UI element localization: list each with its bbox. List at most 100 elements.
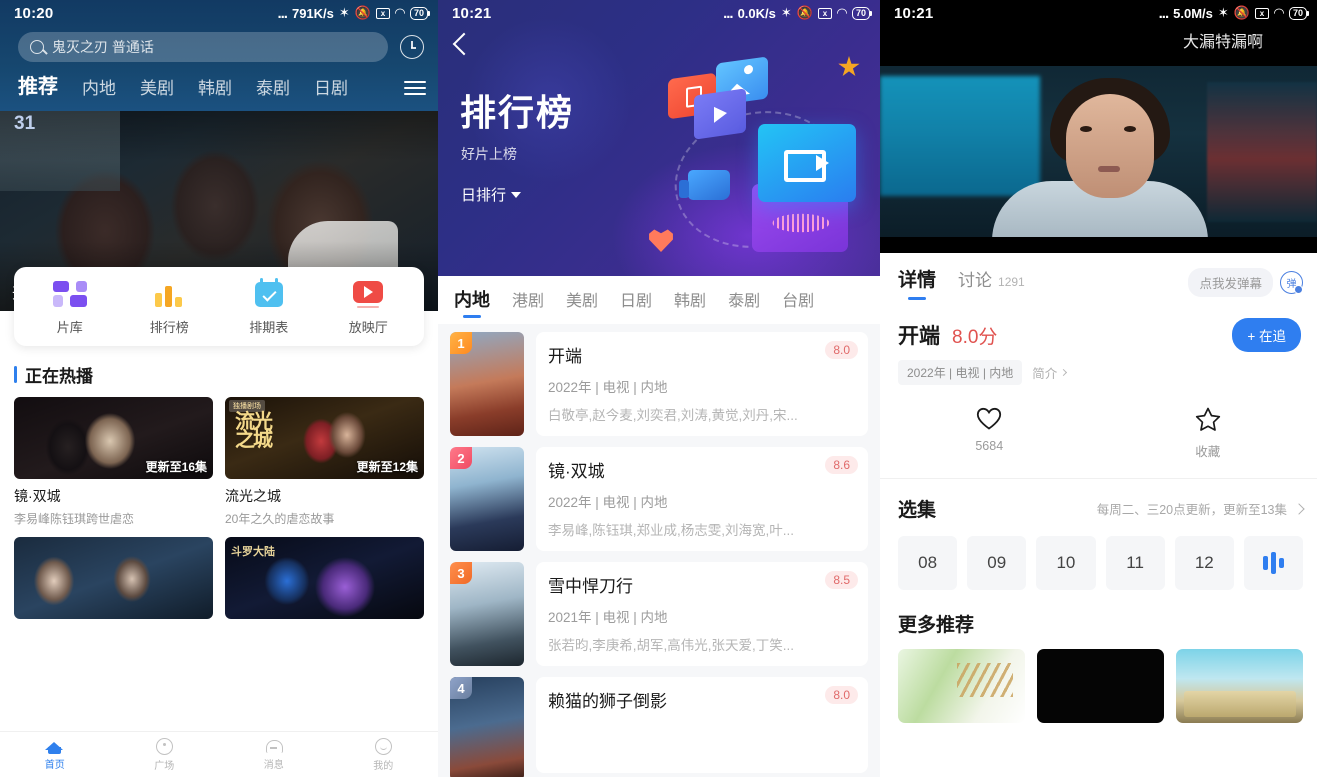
sim-x-icon: x <box>375 7 390 19</box>
nav-item-mine[interactable]: 我的 <box>329 732 439 777</box>
danmaku-toggle-icon[interactable]: 弹 <box>1280 271 1303 294</box>
home-icon <box>45 738 64 754</box>
bar-chart-icon <box>152 279 186 309</box>
letterbox-bottom <box>880 237 1317 253</box>
video-player-area[interactable]: 10:21 ... 5.0M/s ✶ 🔕 x ◠ 70 大漏特漏啊 <box>880 0 1317 253</box>
show-meta: 2021年 | 电视 | 内地 <box>548 610 668 625</box>
recommend-thumbnail[interactable] <box>1037 649 1164 723</box>
bottom-navigation: 首页 广场 消息 我的 <box>0 731 438 777</box>
episode-button[interactable]: 09 <box>967 536 1027 590</box>
play-video-icon <box>351 279 385 309</box>
episode-button[interactable]: 12 <box>1174 536 1234 590</box>
ranking-period-dropdown[interactable]: 日排行 <box>461 184 522 205</box>
list-item[interactable]: 2 镜·双城 2022年 | 电视 | 内地 李易峰,陈钰琪,郑业成,杨志雯,刘… <box>450 447 868 551</box>
danmaku-send-button[interactable]: 点我发弹幕 弹 <box>1188 268 1303 297</box>
poster-thumbnail: 1 <box>450 332 524 436</box>
episode-button[interactable]: 10 <box>1036 536 1096 590</box>
region-tabs: 内地 港剧 美剧 日剧 韩剧 泰剧 台剧 <box>438 276 880 324</box>
status-time: 10:20 <box>14 4 54 22</box>
tab-kr-drama[interactable]: 韩剧 <box>198 74 232 99</box>
episode-chart-icon[interactable] <box>1243 536 1304 590</box>
more-recommend-title: 更多推荐 <box>898 615 975 636</box>
intro-link[interactable]: 简介 <box>1032 363 1068 382</box>
detail-tabs: 详情 讨论 1291 点我发弹幕 弹 <box>880 253 1317 306</box>
section-accent-bar <box>14 366 17 383</box>
battery-icon: 70 <box>1288 6 1310 20</box>
list-item[interactable]: 1 开端 2022年 | 电视 | 内地 白敬亭,赵今麦,刘奕君,刘涛,黄觉,刘… <box>450 332 868 436</box>
follow-button[interactable]: + 在追 <box>1232 318 1301 352</box>
list-item[interactable]: 3 雪中悍刀行 2021年 | 电视 | 内地 张若昀,李庚希,胡军,高伟光,张… <box>450 562 868 666</box>
tab-us-drama[interactable]: 美剧 <box>566 287 598 317</box>
recommend-thumbnail[interactable] <box>1176 649 1303 723</box>
star-icon <box>1195 407 1221 432</box>
like-action[interactable]: 5684 <box>880 407 1099 460</box>
favorite-label: 收藏 <box>1195 445 1221 459</box>
network-speed: 5.0M/s <box>1173 5 1213 21</box>
nav-item-home[interactable]: 首页 <box>0 732 110 777</box>
search-value: 鬼灭之刃 普通话 <box>52 39 154 55</box>
show-card[interactable]: 更新至16集 镜·双城 李易峰陈钰琪跨世虐恋 <box>14 397 213 527</box>
waveform-icon <box>762 210 840 236</box>
history-clock-icon[interactable] <box>400 35 424 59</box>
ranking-hero: 10:21 ... 0.0K/s ✶ 🔕 x ◠ 70 排行榜 好片上榜 日排行 <box>438 0 880 276</box>
tab-discussion[interactable]: 讨论 1291 <box>958 266 1025 299</box>
heart-decoration-icon <box>649 229 673 252</box>
recommend-thumbnail[interactable] <box>898 649 1025 723</box>
tab-jp-drama[interactable]: 日剧 <box>620 287 652 317</box>
tab-kr-drama[interactable]: 韩剧 <box>674 287 706 317</box>
show-card[interactable]: 斗罗大陆 <box>225 537 424 619</box>
scene-person-face <box>1066 94 1154 198</box>
video-frame[interactable] <box>880 54 1317 253</box>
chevron-right-icon[interactable] <box>1293 502 1305 515</box>
quick-entry-screening[interactable]: 放映厅 <box>319 279 419 336</box>
tab-recommend[interactable]: 推荐 <box>18 70 58 99</box>
nav-item-square[interactable]: 广场 <box>110 732 220 777</box>
scene-light-left <box>880 76 1040 196</box>
quick-entry-schedule[interactable]: 排期表 <box>219 278 319 336</box>
panel-ranking-screen: 10:21 ... 0.0K/s ✶ 🔕 x ◠ 70 排行榜 好片上榜 日排行… <box>438 0 880 777</box>
nav-item-messages[interactable]: 消息 <box>219 732 329 777</box>
nav-label: 广场 <box>154 760 175 772</box>
chevron-down-icon <box>511 191 522 198</box>
tab-tw-drama[interactable]: 台剧 <box>782 287 814 317</box>
scene-eye-right <box>1124 126 1136 132</box>
show-card[interactable]: 独播剧场 流光之城 更新至12集 流光之城 20年之久的虐恋故事 <box>225 397 424 527</box>
score-badge: 8.0 <box>825 686 858 704</box>
tab-us-drama[interactable]: 美剧 <box>140 74 174 99</box>
hamburger-menu-icon[interactable] <box>404 81 426 99</box>
episode-button[interactable]: 11 <box>1105 536 1165 590</box>
section-title: 正在热播 <box>25 367 93 386</box>
episode-button[interactable]: 08 <box>898 536 958 590</box>
quick-entry-label: 排行榜 <box>149 320 189 335</box>
discussion-count: 1291 <box>998 275 1025 289</box>
search-icon <box>30 40 44 54</box>
show-meta: 2022年 | 电视 | 内地 <box>548 380 668 395</box>
list-item[interactable]: 4 赖猫的狮子倒影 8.0 <box>450 677 868 777</box>
show-title: 流光之城 <box>225 488 281 504</box>
show-meta: 2022年 | 电视 | 内地 <box>548 495 668 510</box>
bluetooth-icon: ✶ <box>1217 5 1229 20</box>
more-recommend-row <box>880 637 1317 723</box>
show-card[interactable] <box>14 537 213 619</box>
quick-entry-ranking[interactable]: 排行榜 <box>120 279 220 336</box>
panel-detail-screen: 10:21 ... 5.0M/s ✶ 🔕 x ◠ 70 大漏特漏啊 详情 讨论 … <box>880 0 1317 777</box>
tab-jp-drama[interactable]: 日剧 <box>314 74 348 99</box>
tab-hk-drama[interactable]: 港剧 <box>512 287 544 317</box>
quick-entry-library[interactable]: 片库 <box>20 279 120 336</box>
panel-home-screen: 10:20 ... 791K/s ✶ 🔕 x ◠ 70 鬼灭之刃 普通话 推荐 … <box>0 0 438 777</box>
show-thumbnail <box>14 537 213 619</box>
page-subtitle: 好片上榜 <box>461 146 517 162</box>
tab-details[interactable]: 详情 <box>898 265 936 300</box>
search-input[interactable]: 鬼灭之刃 普通话 <box>18 32 388 62</box>
favorite-action[interactable]: 收藏 <box>1099 407 1317 460</box>
status-indicators: ... 0.0K/s ✶ 🔕 x ◠ 70 <box>723 5 873 22</box>
thumbs-up-icon <box>679 170 730 200</box>
episodes-update-note: 每周二、三20点更新，更新至13集 <box>1096 503 1287 517</box>
dropdown-label: 日排行 <box>461 187 507 204</box>
tab-mainland[interactable]: 内地 <box>82 74 116 99</box>
tab-th-drama[interactable]: 泰剧 <box>256 74 290 99</box>
tab-th-drama[interactable]: 泰剧 <box>728 287 760 317</box>
mute-bell-icon: 🔕 <box>796 5 813 20</box>
tab-mainland[interactable]: 内地 <box>454 286 490 318</box>
status-dots: ... <box>277 4 287 22</box>
